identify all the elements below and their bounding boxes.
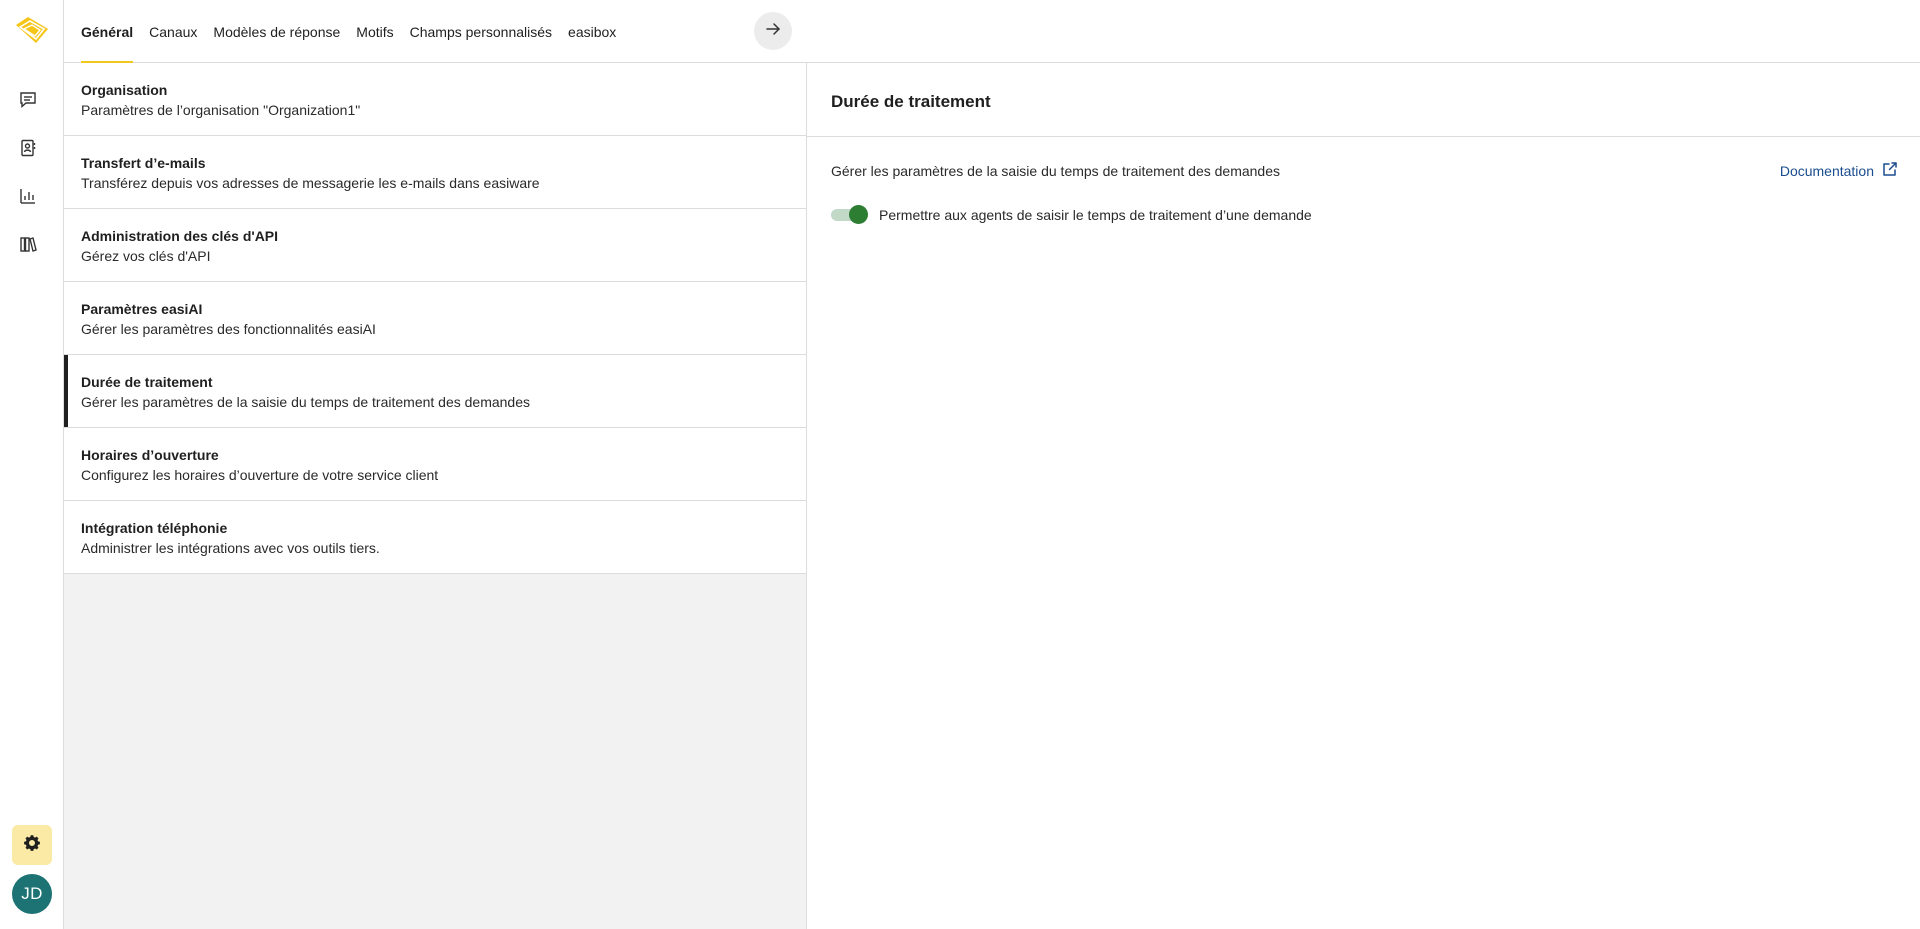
list-item-duree-traitement[interactable]: Durée de traitement Gérer les paramètres…: [64, 355, 806, 428]
collapse-panel-button[interactable]: [754, 12, 792, 50]
list-item-desc: Gérer les paramètres des fonctionnalités…: [81, 321, 376, 337]
settings-button[interactable]: [12, 825, 52, 865]
external-link-icon: [1882, 161, 1898, 180]
list-item-desc: Gérer les paramètres de la saisie du tem…: [81, 394, 531, 410]
settings-topbar: Général Canaux Modèles de réponse Motifs…: [64, 0, 807, 64]
documentation-link-label: Documentation: [1779, 162, 1874, 179]
list-item-cles-api[interactable]: Administration des clés d'API Gérez vos …: [64, 209, 806, 282]
list-item-title: Horaires d’ouverture: [81, 447, 219, 463]
settings-list: Organisation Paramètres de l’organisatio…: [64, 63, 807, 929]
list-item-title: Paramètres easiAI: [81, 301, 203, 317]
list-item-title: Administration des clés d'API: [81, 228, 279, 244]
tab-champs-personnalises[interactable]: Champs personnalisés: [410, 0, 552, 63]
tab-easibox[interactable]: easibox: [568, 0, 616, 63]
settings-tabs: Général Canaux Modèles de réponse Motifs…: [81, 0, 632, 64]
list-item-title: Intégration téléphonie: [81, 520, 228, 536]
list-item-title: Transfert d’e-mails: [81, 155, 206, 171]
list-item-title: Organisation: [81, 82, 168, 98]
detail-header: Durée de traitement: [807, 63, 1920, 137]
tab-general[interactable]: Général: [81, 0, 134, 64]
list-item-easiai[interactable]: Paramètres easiAI Gérer les paramètres d…: [64, 282, 806, 355]
processing-time-toggle[interactable]: [831, 205, 868, 225]
arrow-right-icon: [765, 21, 781, 42]
detail-description: Gérer les paramètres de la saisie du tem…: [831, 163, 1281, 179]
contacts-icon[interactable]: [16, 136, 40, 160]
toggle-row: Permettre aux agents de saisir le temps …: [831, 205, 1312, 225]
chart-icon[interactable]: [16, 184, 40, 208]
list-item-transfert-emails[interactable]: Transfert d’e-mails Transférez depuis vo…: [64, 136, 806, 209]
gear-icon: [24, 834, 40, 856]
list-item-desc: Transférez depuis vos adresses de messag…: [81, 175, 540, 191]
list-item-desc: Administrer les intégrations avec vos ou…: [81, 540, 380, 556]
list-item-desc: Gérez vos clés d'API: [81, 248, 211, 264]
list-item-title: Durée de traitement: [81, 374, 213, 390]
toggle-thumb: [849, 205, 868, 224]
logo-icon[interactable]: [14, 15, 50, 45]
toggle-label: Permettre aux agents de saisir le temps …: [879, 207, 1312, 223]
list-item-horaires-ouverture[interactable]: Horaires d’ouverture Configurez les hora…: [64, 428, 806, 501]
detail-topbar: [807, 0, 1920, 63]
list-item-desc: Configurez les horaires d’ouverture de v…: [81, 467, 439, 483]
avatar[interactable]: JD: [12, 874, 52, 914]
left-rail: JD: [0, 0, 64, 929]
library-icon[interactable]: [16, 232, 40, 256]
documentation-link[interactable]: Documentation: [1780, 161, 1898, 180]
chat-icon[interactable]: [16, 88, 40, 112]
list-item-desc: Paramètres de l’organisation "Organizati…: [81, 102, 361, 118]
detail-title: Durée de traitement: [831, 92, 991, 111]
list-item-organisation[interactable]: Organisation Paramètres de l’organisatio…: [64, 63, 806, 136]
tab-motifs[interactable]: Motifs: [356, 0, 393, 63]
tab-canaux[interactable]: Canaux: [149, 0, 197, 63]
tab-modeles-reponse[interactable]: Modèles de réponse: [213, 0, 340, 63]
list-item-integration-telephonie[interactable]: Intégration téléphonie Administrer les i…: [64, 501, 806, 574]
